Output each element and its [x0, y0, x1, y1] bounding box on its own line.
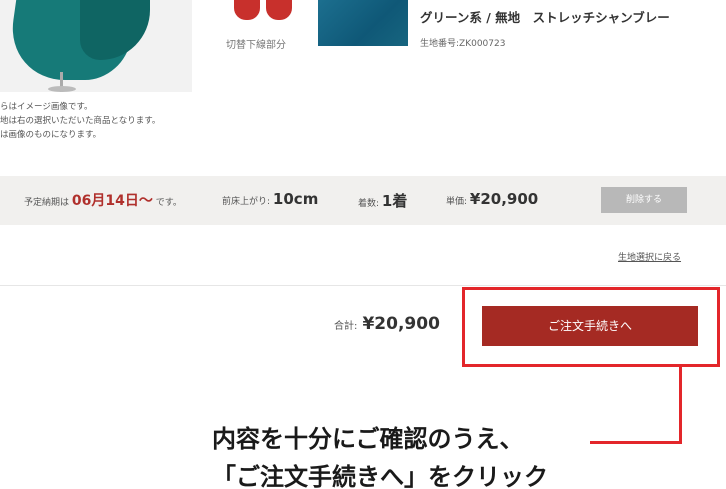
delivery-info: 予定納期は 06月14日〜 です。: [24, 190, 182, 210]
length-value: 10cm: [272, 190, 319, 208]
total-label: 合計:: [334, 321, 358, 332]
length-info: 前床上がり: 10cm: [222, 190, 318, 208]
note-line: 地は右の選択いただいた商品となります。: [0, 116, 161, 126]
quantity-info: 着数: 1着: [358, 190, 407, 211]
quantity-value: 1着: [381, 192, 408, 210]
delete-button[interactable]: 削除する: [601, 187, 687, 213]
product-image: [0, 0, 192, 92]
mannequin-foot: [48, 86, 76, 92]
note-line: は画像のものになります。: [0, 130, 102, 140]
instruction-text: 内容を十分にご確認のうえ、 「ご注文手続きへ」をクリック: [212, 420, 548, 489]
delivery-date: 06月14日〜: [71, 193, 153, 209]
instruction-line: 「ご注文手続きへ」をクリック: [212, 463, 548, 489]
fabric-code: 生地番号:ZK000723: [420, 39, 506, 49]
total-value: ¥20,900: [362, 314, 440, 334]
back-to-fabric-link[interactable]: 生地選択に戻る: [618, 250, 681, 263]
order-summary-bar: 予定納期は 06月14日〜 です。 前床上がり: 10cm 着数: 1着 単価:…: [0, 176, 726, 225]
divider: [0, 285, 726, 286]
delivery-suffix: です。: [155, 198, 182, 208]
length-label: 前床上がり:: [222, 197, 271, 207]
fabric-name: グリーン系 / 無地 ストレッチシャンブレー: [420, 10, 670, 25]
price-value: ¥20,900: [469, 190, 539, 208]
checkout-button[interactable]: ご注文手続きへ: [482, 306, 698, 346]
quantity-label: 着数:: [358, 199, 380, 209]
skirt-fold-shape: [80, 0, 150, 60]
price-info: 単価: ¥20,900: [446, 190, 538, 208]
fabric-swatch-image: [318, 0, 408, 46]
instruction-line: 内容を十分にご確認のうえ、: [212, 425, 524, 453]
callout-line-vertical: [679, 366, 682, 444]
image-notes: らはイメージ画像です。 地は右の選択いただいた商品となります。 は画像のものにな…: [0, 100, 160, 142]
lining-swatch-image: [232, 0, 298, 22]
price-label: 単価:: [446, 197, 468, 207]
order-total: 合計: ¥20,900: [334, 314, 440, 334]
note-line: らはイメージ画像です。: [0, 102, 93, 112]
callout-line-horizontal: [590, 441, 682, 444]
lining-label: 切替下線部分: [226, 40, 286, 51]
delivery-prefix: 予定納期は: [24, 198, 70, 208]
